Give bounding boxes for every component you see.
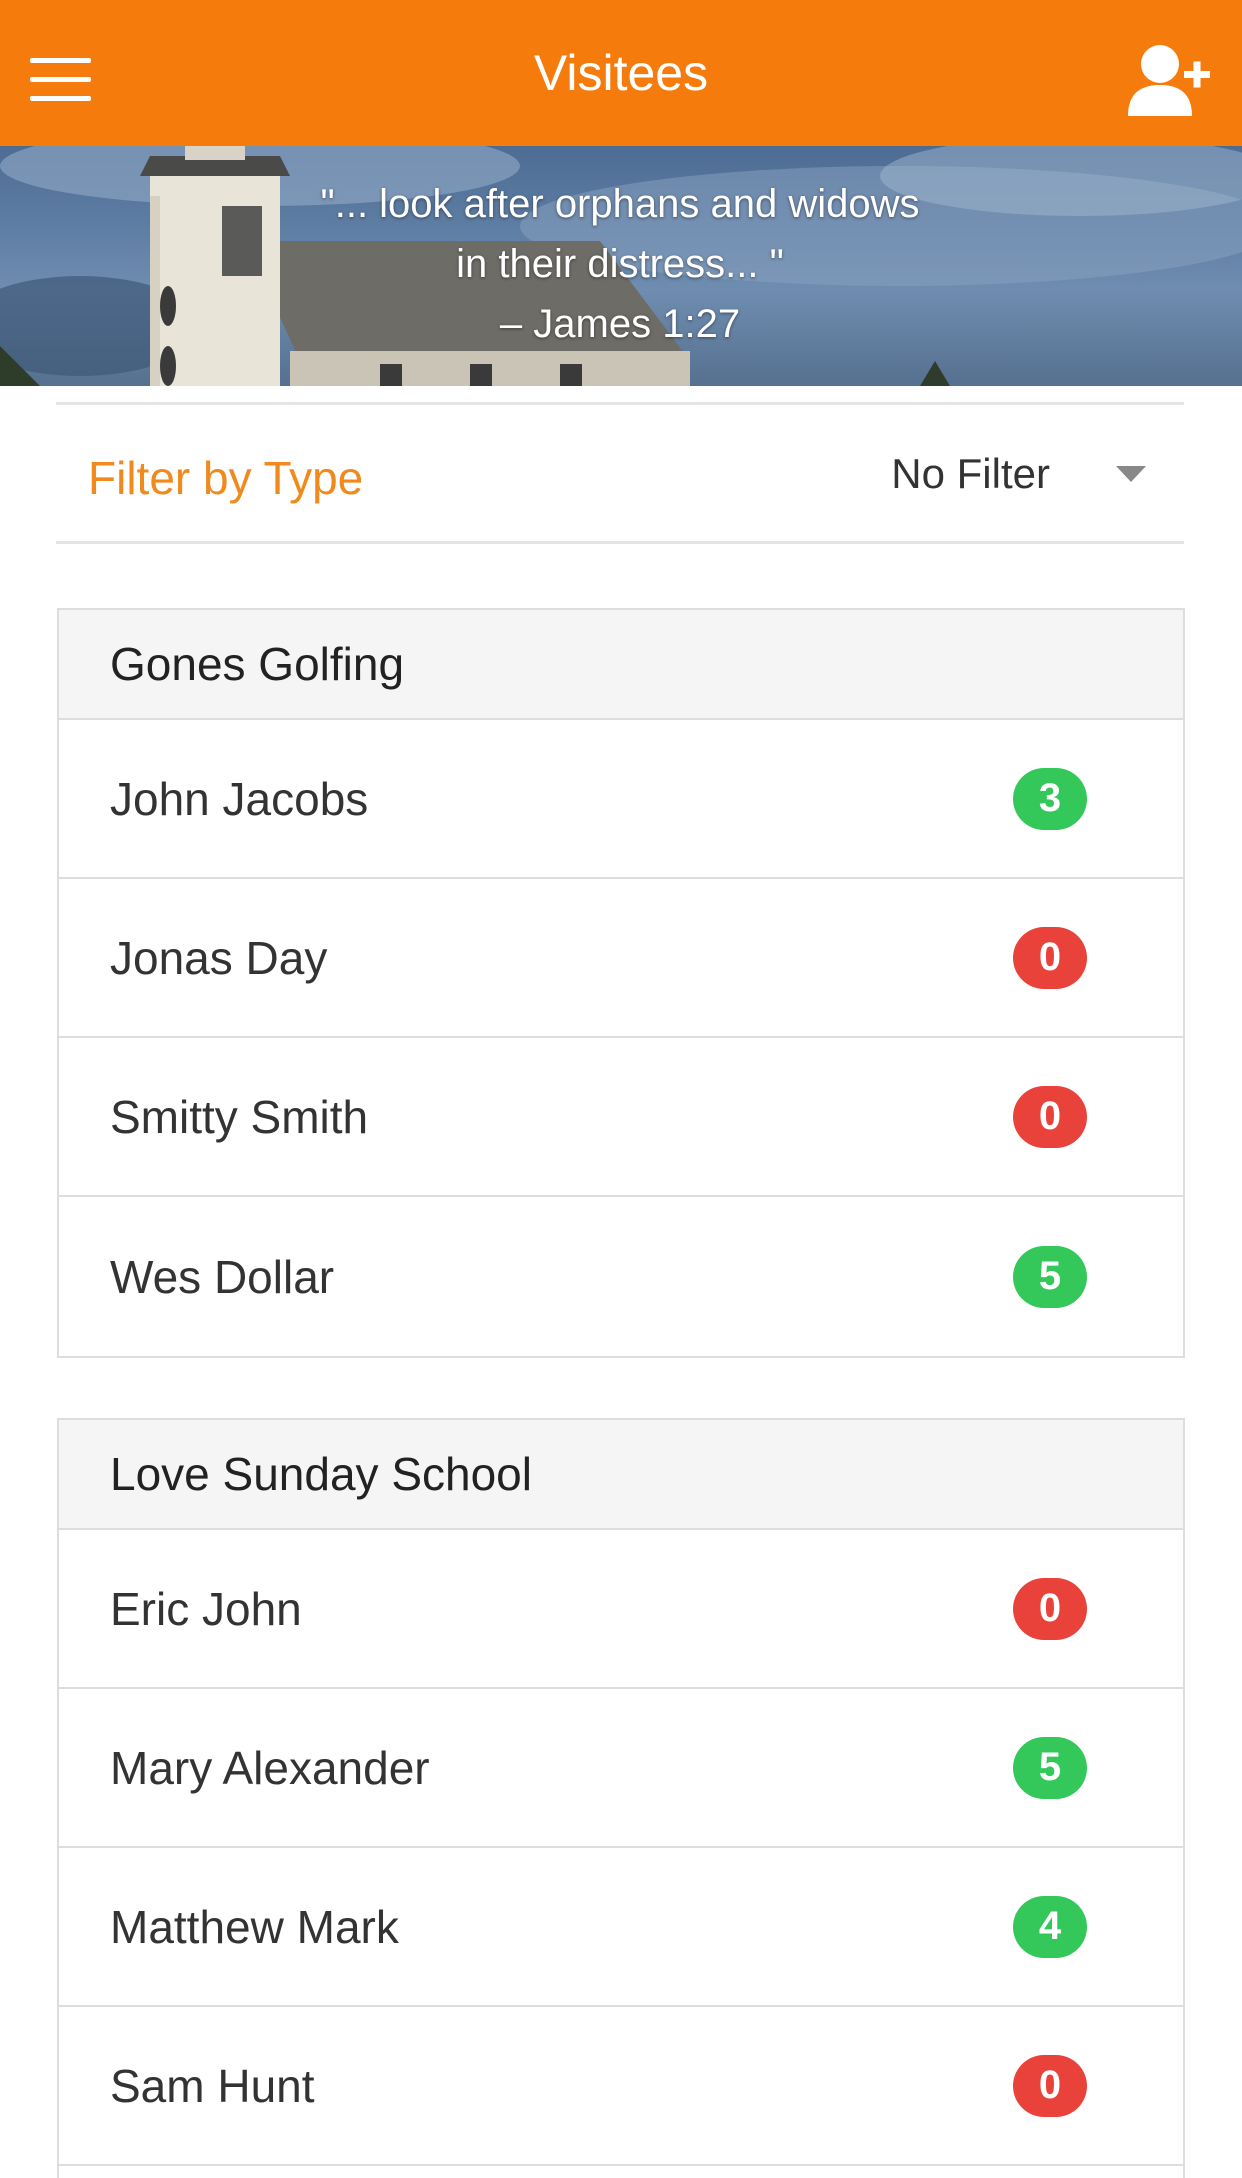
top-navbar: Visitees xyxy=(0,0,1242,146)
list-item[interactable]: John Jacobs 3 xyxy=(59,720,1183,879)
visitee-name: Mary Alexander xyxy=(110,1741,430,1794)
list-item[interactable]: Sam Hunt 0 xyxy=(59,2007,1183,2166)
group-header: Love Sunday School xyxy=(59,1420,1183,1530)
list-item[interactable]: Mary Alexander 5 xyxy=(59,1689,1183,1848)
add-user-icon xyxy=(1128,45,1210,116)
visit-count-badge: 0 xyxy=(1013,926,1087,989)
quote-line-2: in their distress... " xyxy=(456,242,784,286)
visitee-name: Matthew Mark xyxy=(110,1900,399,1953)
list-item[interactable]: Matthew Mark 4 xyxy=(59,1848,1183,2007)
dropdown-caret-icon xyxy=(1116,466,1146,482)
visit-count-badge: 0 xyxy=(1013,1085,1087,1148)
visitee-name: Jonas Day xyxy=(110,931,328,984)
filter-label: Filter by Type xyxy=(88,452,364,504)
list-item[interactable]: Wes Dollar 5 xyxy=(59,1197,1183,1356)
visit-count-badge: 5 xyxy=(1013,1245,1087,1308)
visitee-name: Sam Hunt xyxy=(110,2059,315,2112)
scripture-quote: "... look after orphans and widows in th… xyxy=(200,174,1040,354)
page-title: Visitees xyxy=(533,45,709,101)
filter-selected-value: No Filter xyxy=(891,450,1050,497)
quote-citation: – James 1:27 xyxy=(499,302,741,346)
group-header: Gones Golfing xyxy=(59,610,1183,720)
visit-count-badge: 5 xyxy=(1013,1736,1087,1799)
filter-type-select[interactable]: No Filter xyxy=(891,449,1146,499)
add-visitee-button[interactable] xyxy=(1124,38,1214,122)
visitee-name: Eric John xyxy=(110,1582,302,1635)
visit-count-badge: 0 xyxy=(1013,1577,1087,1640)
banner-image: "... look after orphans and widows in th… xyxy=(0,146,1242,386)
visit-count-badge: 4 xyxy=(1013,1895,1087,1958)
hamburger-menu-icon xyxy=(30,58,91,63)
menu-button[interactable] xyxy=(30,58,91,102)
list-item[interactable]: Smitty Smith 0 xyxy=(59,1038,1183,1197)
quote-line-1: "... look after orphans and widows xyxy=(320,182,920,226)
visit-count-badge: 3 xyxy=(1013,767,1087,830)
group-card: Gones Golfing John Jacobs 3 Jonas Day 0 … xyxy=(57,608,1185,1358)
group-card: Love Sunday School Eric John 0 Mary Alex… xyxy=(57,1418,1185,2178)
list-item[interactable]: Jonas Day 0 xyxy=(59,879,1183,1038)
visitee-name: John Jacobs xyxy=(110,772,369,825)
visitee-name: Smitty Smith xyxy=(110,1090,369,1143)
filter-row: Filter by Type No Filter xyxy=(56,402,1184,544)
visitee-name: Wes Dollar xyxy=(110,1250,335,1303)
list-item[interactable]: Eric John 0 xyxy=(59,1530,1183,1689)
visit-count-badge: 0 xyxy=(1013,2054,1087,2117)
